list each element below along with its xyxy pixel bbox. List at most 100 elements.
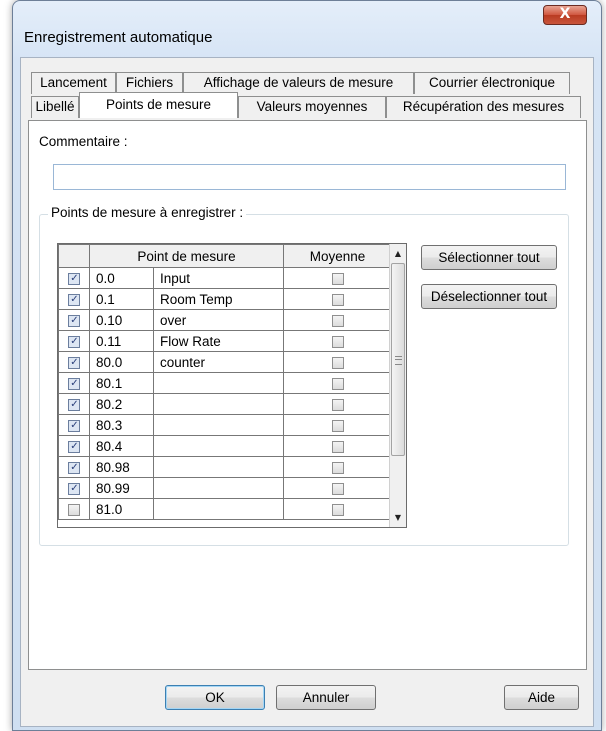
point-name-cell xyxy=(153,456,284,478)
table-row[interactable]: ✓ 0.10over ✓ xyxy=(58,309,392,331)
table-row[interactable]: ✓ 0.1Room Temp ✓ xyxy=(58,288,392,310)
average-cell[interactable]: ✓ xyxy=(283,435,392,457)
grid-header-point[interactable]: Point de mesure xyxy=(89,244,284,268)
row-select-cell[interactable]: ✓ xyxy=(58,414,90,436)
tab-recuperation-mesures[interactable]: Récupération des mesures xyxy=(386,96,581,118)
row-checkbox[interactable]: ✓ xyxy=(68,503,80,516)
average-checkbox[interactable]: ✓ xyxy=(331,356,344,369)
row-checkbox[interactable]: ✓ xyxy=(68,461,80,474)
checkmark-icon: ✓ xyxy=(70,356,79,368)
average-checkbox[interactable]: ✓ xyxy=(331,419,344,432)
row-checkbox[interactable]: ✓ xyxy=(68,482,80,495)
deselect-all-button[interactable]: Déselectionner tout xyxy=(421,284,557,309)
checkmark-icon: ✓ xyxy=(70,293,79,305)
average-cell[interactable]: ✓ xyxy=(283,414,392,436)
average-checkbox[interactable]: ✓ xyxy=(331,398,344,411)
table-row[interactable]: ✓ 80.99 ✓ xyxy=(58,477,392,499)
average-checkbox[interactable]: ✓ xyxy=(331,377,344,390)
average-checkbox[interactable]: ✓ xyxy=(331,335,344,348)
close-button[interactable]: X xyxy=(543,5,587,25)
tab-courrier-electronique[interactable]: Courrier électronique xyxy=(414,72,570,94)
average-checkbox[interactable]: ✓ xyxy=(331,440,344,453)
average-cell[interactable]: ✓ xyxy=(283,477,392,499)
comment-input[interactable] xyxy=(53,164,566,190)
point-id-cell: 80.1 xyxy=(89,372,154,394)
row-checkbox[interactable]: ✓ xyxy=(68,356,80,369)
checkmark-icon: ✓ xyxy=(70,461,79,473)
average-checkbox[interactable]: ✓ xyxy=(331,461,344,474)
point-name-cell: Room Temp xyxy=(153,288,284,310)
tab-points-de-mesure[interactable]: Points de mesure xyxy=(79,92,238,118)
row-checkbox[interactable]: ✓ xyxy=(68,398,80,411)
table-row[interactable]: ✓ 80.4 ✓ xyxy=(58,435,392,457)
row-select-cell[interactable]: ✓ xyxy=(58,456,90,478)
table-row[interactable]: ✓ 81.0 ✓ xyxy=(58,498,392,520)
average-checkbox[interactable]: ✓ xyxy=(331,503,344,516)
tab-fichiers[interactable]: Fichiers xyxy=(116,72,183,94)
average-cell[interactable]: ✓ xyxy=(283,498,392,520)
table-row[interactable]: ✓ 80.98 ✓ xyxy=(58,456,392,478)
average-cell[interactable]: ✓ xyxy=(283,393,392,415)
row-select-cell[interactable]: ✓ xyxy=(58,267,90,289)
point-id-cell: 80.98 xyxy=(89,456,154,478)
tab-affichage-valeurs[interactable]: Affichage de valeurs de mesure xyxy=(183,72,414,94)
table-row[interactable]: ✓ 80.1 ✓ xyxy=(58,372,392,394)
average-cell[interactable]: ✓ xyxy=(283,351,392,373)
average-cell[interactable]: ✓ xyxy=(283,309,392,331)
average-cell[interactable]: ✓ xyxy=(283,267,392,289)
row-select-cell[interactable]: ✓ xyxy=(58,477,90,499)
row-checkbox[interactable]: ✓ xyxy=(68,440,80,453)
tab-panel: Commentaire : Points de mesure à enregis… xyxy=(28,120,587,670)
row-select-cell[interactable]: ✓ xyxy=(58,435,90,457)
average-cell[interactable]: ✓ xyxy=(283,288,392,310)
checkmark-icon: ✓ xyxy=(70,440,79,452)
tab-libelle[interactable]: Libellé xyxy=(31,96,79,118)
average-cell[interactable]: ✓ xyxy=(283,330,392,352)
row-select-cell[interactable]: ✓ xyxy=(58,393,90,415)
row-select-cell[interactable]: ✓ xyxy=(58,498,90,520)
table-row[interactable]: ✓ 0.11Flow Rate ✓ xyxy=(58,330,392,352)
help-button[interactable]: Aide xyxy=(504,685,579,710)
scroll-down-arrow[interactable]: ▼ xyxy=(390,509,406,526)
row-checkbox[interactable]: ✓ xyxy=(68,293,80,306)
row-select-cell[interactable]: ✓ xyxy=(58,351,90,373)
row-checkbox[interactable]: ✓ xyxy=(68,377,80,390)
grid-header-average[interactable]: Moyenne xyxy=(283,244,392,268)
dialog-window: Enregistrement automatique X Lancement F… xyxy=(12,0,602,731)
tab-lancement[interactable]: Lancement xyxy=(31,72,116,94)
row-checkbox[interactable]: ✓ xyxy=(68,272,80,285)
point-id-cell: 0.11 xyxy=(89,330,154,352)
point-id-cell: 0.10 xyxy=(89,309,154,331)
checkmark-icon: ✓ xyxy=(70,482,79,494)
row-select-cell[interactable]: ✓ xyxy=(58,372,90,394)
tab-valeurs-moyennes[interactable]: Valeurs moyennes xyxy=(238,96,386,118)
average-checkbox[interactable]: ✓ xyxy=(331,314,344,327)
average-checkbox[interactable]: ✓ xyxy=(331,293,344,306)
row-select-cell[interactable]: ✓ xyxy=(58,330,90,352)
average-checkbox[interactable]: ✓ xyxy=(331,482,344,495)
row-checkbox[interactable]: ✓ xyxy=(68,419,80,432)
table-row[interactable]: ✓ 80.2 ✓ xyxy=(58,393,392,415)
point-name-cell: over xyxy=(153,309,284,331)
point-id-cell: 0.1 xyxy=(89,288,154,310)
row-checkbox[interactable]: ✓ xyxy=(68,314,80,327)
row-select-cell[interactable]: ✓ xyxy=(58,288,90,310)
row-select-cell[interactable]: ✓ xyxy=(58,309,90,331)
table-row[interactable]: ✓ 0.0Input ✓ xyxy=(58,267,392,289)
average-cell[interactable]: ✓ xyxy=(283,372,392,394)
row-checkbox[interactable]: ✓ xyxy=(68,335,80,348)
point-id-cell: 80.2 xyxy=(89,393,154,415)
table-row[interactable]: ✓ 80.0counter ✓ xyxy=(58,351,392,373)
average-checkbox[interactable]: ✓ xyxy=(331,272,344,285)
checkmark-icon: ✓ xyxy=(70,272,79,284)
scroll-up-arrow[interactable]: ▲ xyxy=(390,245,406,262)
select-all-button[interactable]: Sélectionner tout xyxy=(421,245,557,270)
comment-label: Commentaire : xyxy=(39,134,128,149)
average-cell[interactable]: ✓ xyxy=(283,456,392,478)
scroll-thumb[interactable] xyxy=(391,263,405,456)
cancel-button[interactable]: Annuler xyxy=(276,685,376,710)
points-group-label: Points de mesure à enregistrer : xyxy=(48,205,247,220)
ok-button[interactable]: OK xyxy=(165,685,265,710)
table-row[interactable]: ✓ 80.3 ✓ xyxy=(58,414,392,436)
grid-vertical-scrollbar[interactable]: ▲ ▼ xyxy=(389,244,406,527)
